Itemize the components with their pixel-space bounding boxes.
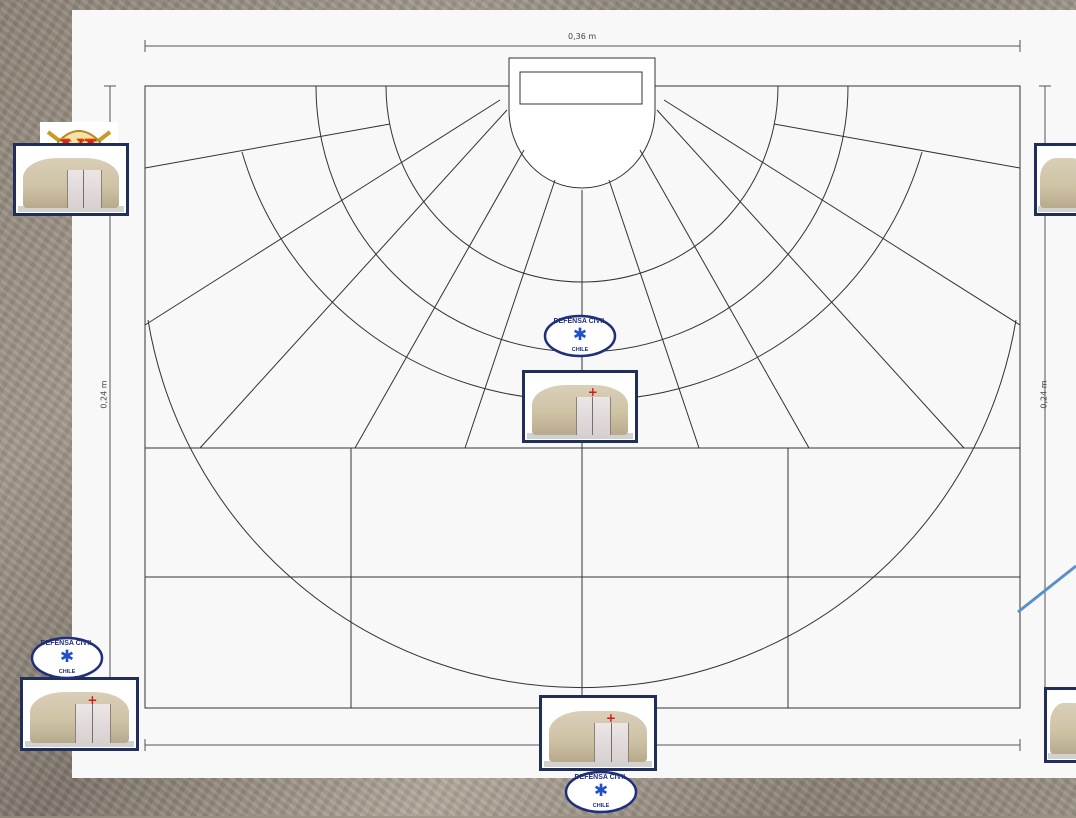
star-of-life-icon: ✱ <box>593 781 609 801</box>
star-of-life-icon: ✱ <box>59 647 75 667</box>
right-height-dimension-label: 0,24 m <box>1039 380 1049 409</box>
tent-icon <box>13 143 129 216</box>
tent-icon: + <box>20 677 139 751</box>
red-cross-icon: + <box>87 692 98 707</box>
width-dimension-label: 0,36 m <box>568 32 597 41</box>
star-of-life-icon: ✱ <box>572 325 588 345</box>
defensa-civil-logo: DEFENSA CIVIL ✱ CHILE <box>543 314 617 358</box>
tent-icon <box>1044 687 1076 763</box>
red-cross-icon: + <box>587 385 598 400</box>
defensa-civil-logo: DEFENSA CIVIL ✱ CHILE <box>30 636 104 680</box>
tent-icon: + <box>522 370 638 443</box>
left-height-dimension-label: 0,24 m <box>99 380 109 409</box>
annotation-arrow <box>1017 564 1076 614</box>
tent-icon: + <box>539 695 657 771</box>
tent-icon <box>1034 143 1076 216</box>
defensa-civil-logo: DEFENSA CIVIL ✱ CHILE <box>564 770 638 814</box>
red-cross-icon: + <box>605 711 616 725</box>
